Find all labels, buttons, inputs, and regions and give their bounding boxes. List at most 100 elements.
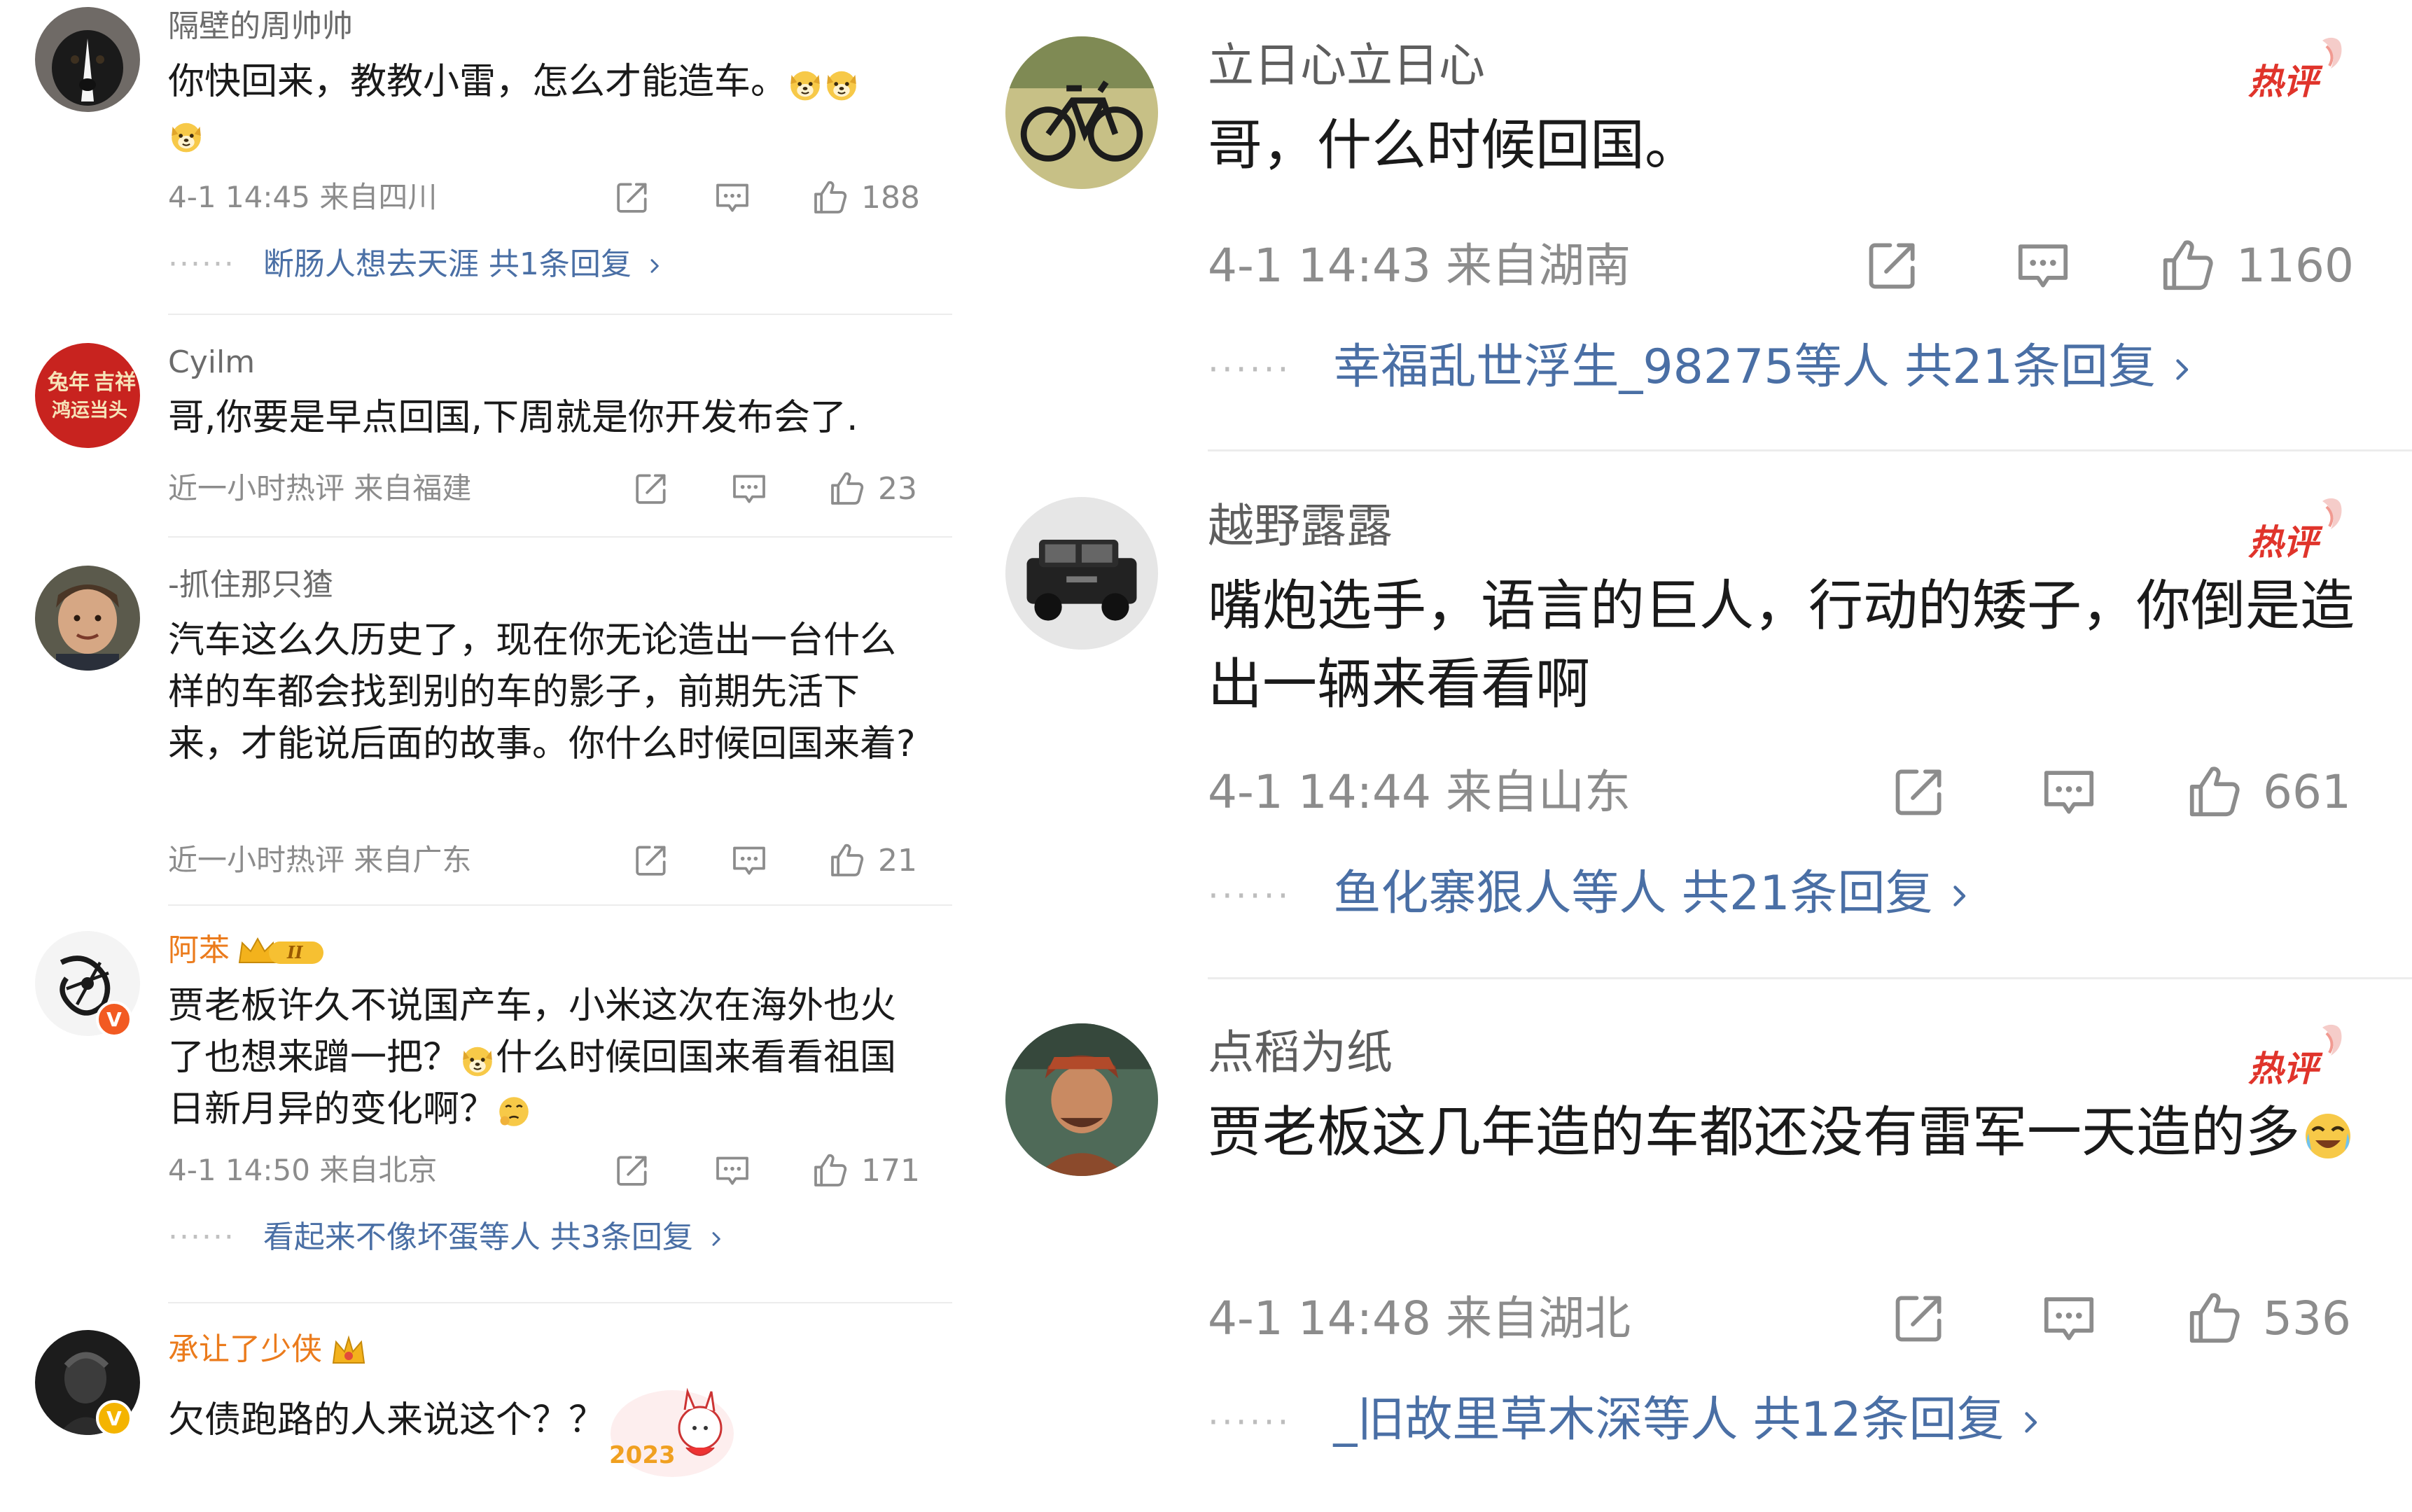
like-button[interactable]: 1160 (2158, 234, 2354, 297)
vip-crown-icon: II (238, 937, 323, 964)
replies-link[interactable]: ······ 看起来不像坏蛋等人 共3条回复 (168, 1218, 724, 1257)
divider (168, 314, 952, 315)
hot-comment-badge (2244, 497, 2349, 567)
svg-text:兔年: 兔年 (48, 370, 90, 395)
like-button[interactable]: 23 (828, 468, 917, 510)
comment-button[interactable] (2039, 1287, 2099, 1350)
like-button[interactable]: 21 (828, 839, 917, 881)
like-count: 661 (2263, 764, 2351, 819)
svg-text:鸿运当头: 鸿运当头 (52, 400, 127, 421)
chevron-right-icon (710, 1225, 724, 1253)
share-button[interactable] (1889, 760, 1949, 823)
replies-link[interactable]: ······ 断肠人想去天涯 共1条回复 (168, 245, 662, 284)
like-button[interactable]: 661 (2184, 760, 2351, 823)
reply-names: 看起来不像坏蛋等人 (263, 1219, 541, 1255)
reply-count: 共21条回复 (1682, 866, 1933, 921)
username[interactable]: 隔壁的周帅帅 (168, 7, 353, 46)
comment-meta: 4-1 14:45 来自四川 (168, 178, 437, 217)
comment-meta: 近一小时热评 来自广东 (168, 841, 471, 880)
divider (168, 904, 952, 906)
laughing-crying-emoji-icon (2300, 1108, 2356, 1164)
share-button[interactable] (613, 176, 652, 218)
username[interactable]: 立日心立日心 (1208, 36, 1485, 95)
reply-count: 共21条回复 (1904, 340, 2156, 395)
username[interactable]: 阿苯 II (168, 931, 328, 970)
reply-names: 断肠人想去天涯 (263, 246, 479, 282)
svg-text:II: II (286, 942, 303, 962)
comment-time: 4-1 14:48 (1208, 1292, 1431, 1345)
doge-emoji-icon (823, 66, 860, 102)
avatar[interactable]: 兔年 吉祥 鸿运当头 (35, 343, 140, 448)
comment-icon (2013, 235, 2073, 295)
comment-icon (2039, 762, 2099, 822)
avatar[interactable] (35, 7, 140, 112)
comment-meta: 近一小时热评 来自福建 (168, 469, 471, 508)
comment-time: 4-1 14:43 (1208, 239, 1431, 293)
comment-text: 汽车这么久历史了，现在你无论造出一台什么样的车都会找到别的车的影子，前期先活下来… (168, 620, 916, 765)
comment-button[interactable] (713, 1149, 752, 1191)
comment-time: 4-1 14:44 (1208, 765, 1431, 819)
like-count: 21 (878, 842, 917, 878)
like-button[interactable]: 536 (2184, 1287, 2351, 1350)
verified-badge: V (96, 1001, 132, 1037)
like-button[interactable]: 171 (811, 1149, 920, 1191)
comment-button[interactable] (730, 468, 769, 510)
avatar[interactable] (1005, 1023, 1158, 1176)
chevron-right-icon (1950, 875, 1971, 917)
reply-names: 鱼化寨狠人等人 (1333, 866, 1667, 921)
username[interactable]: Cyilm (168, 343, 255, 382)
like-icon (2184, 762, 2245, 822)
comment-item: V 阿苯 II 贾老板许久不说国产车，小米这次在海外也火了也想来蹭一把？ 什么时候回… (0, 931, 973, 1309)
reply-count: 共12条回复 (1753, 1392, 2005, 1448)
comment-meta: 4-1 14:43 来自湖南 (1208, 237, 1631, 295)
avatar[interactable] (1005, 497, 1158, 650)
replies-link[interactable]: ······ 鱼化寨狠人等人 共21条回复 (1208, 862, 1971, 927)
avatar[interactable] (35, 566, 140, 671)
share-button[interactable] (1889, 1287, 1949, 1350)
comment-button[interactable] (713, 176, 752, 218)
comment-item: 隔壁的周帅帅 你快回来，教教小雷，怎么才能造车。 4-1 14:45 来自四川 … (0, 7, 973, 315)
like-count: 23 (878, 470, 917, 507)
username[interactable]: -抓住那只猹 (168, 566, 333, 605)
share-button[interactable] (613, 1149, 652, 1191)
reply-count: 共1条回复 (488, 246, 632, 282)
reply-names: _旧故里草木深等人 (1333, 1392, 1738, 1448)
comment-location: 来自广东 (354, 843, 472, 877)
username[interactable]: 越野露露 (1208, 497, 1393, 556)
reply-names: 幸福乱世浮生_98275等人 (1333, 340, 1890, 395)
comment-text: 哥，什么时候回国。 (1208, 114, 1700, 177)
chevron-right-icon (2173, 349, 2194, 391)
share-button[interactable] (1862, 234, 1923, 297)
comment-item: 兔年 吉祥 鸿运当头 Cyilm 哥,你要是早点回国,下周就是你开发布会了. 近… (0, 343, 973, 539)
comment-button[interactable] (2013, 234, 2073, 297)
divider (1208, 977, 2412, 979)
verified-badge: V (96, 1400, 132, 1436)
like-icon (811, 1151, 850, 1190)
new-year-sticker: 2023 (595, 1379, 735, 1491)
svg-text:2023: 2023 (609, 1441, 676, 1469)
comment-button[interactable] (730, 839, 769, 881)
comment-time: 近一小时热评 (168, 843, 345, 877)
divider (168, 1302, 952, 1303)
share-button[interactable] (632, 468, 671, 510)
share-button[interactable] (632, 839, 671, 881)
comment-item: V 承让了少侠 欠债跑路的人来说这个？？ 2023 ​ (0, 1330, 973, 1512)
replies-link[interactable]: ······ _旧故里草木深等人 共12条回复 (1208, 1389, 2042, 1454)
hot-comment-badge (2244, 36, 2349, 106)
like-icon (811, 178, 850, 217)
comment-button[interactable] (2039, 760, 2099, 823)
share-icon (613, 178, 652, 217)
vip-crown-icon (332, 1335, 365, 1364)
reply-count: 共3条回复 (550, 1219, 693, 1255)
replies-link[interactable]: ······ 幸福乱世浮生_98275等人 共21条回复 (1208, 336, 2194, 401)
username[interactable]: 承让了少侠 (168, 1330, 368, 1369)
like-count: 171 (861, 1152, 920, 1189)
username[interactable]: 点稻为纸 (1208, 1023, 1393, 1082)
comment-text: 欠债跑路的人来说这个？？ (168, 1399, 606, 1441)
like-icon (2184, 1288, 2245, 1348)
avatar[interactable] (1005, 36, 1158, 189)
like-button[interactable]: 188 (811, 176, 920, 218)
left-comment-screenshot: 隔壁的周帅帅 你快回来，教教小雷，怎么才能造车。 4-1 14:45 来自四川 … (0, 0, 973, 1512)
comment-text: 你快回来，教教小雷，怎么才能造车。 (168, 56, 924, 160)
like-icon (2158, 235, 2218, 295)
